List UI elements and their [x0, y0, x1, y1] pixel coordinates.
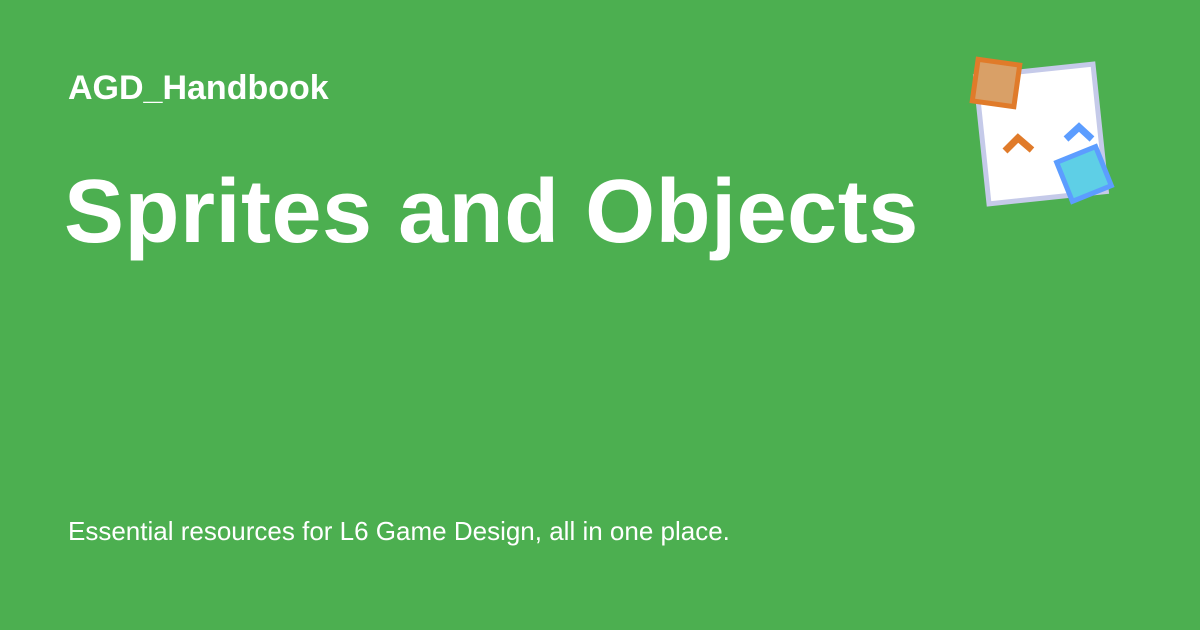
site-name: AGD_Handbook [68, 69, 329, 107]
orange-square [969, 56, 1023, 110]
sprite-frame-icon [969, 56, 1115, 207]
social-card: AGD_Handbook Sprites and Objects Essenti… [0, 0, 1200, 630]
page-title: Sprites and Objects [64, 162, 919, 262]
page-description: Essential resources for L6 Game Design, … [68, 516, 730, 546]
